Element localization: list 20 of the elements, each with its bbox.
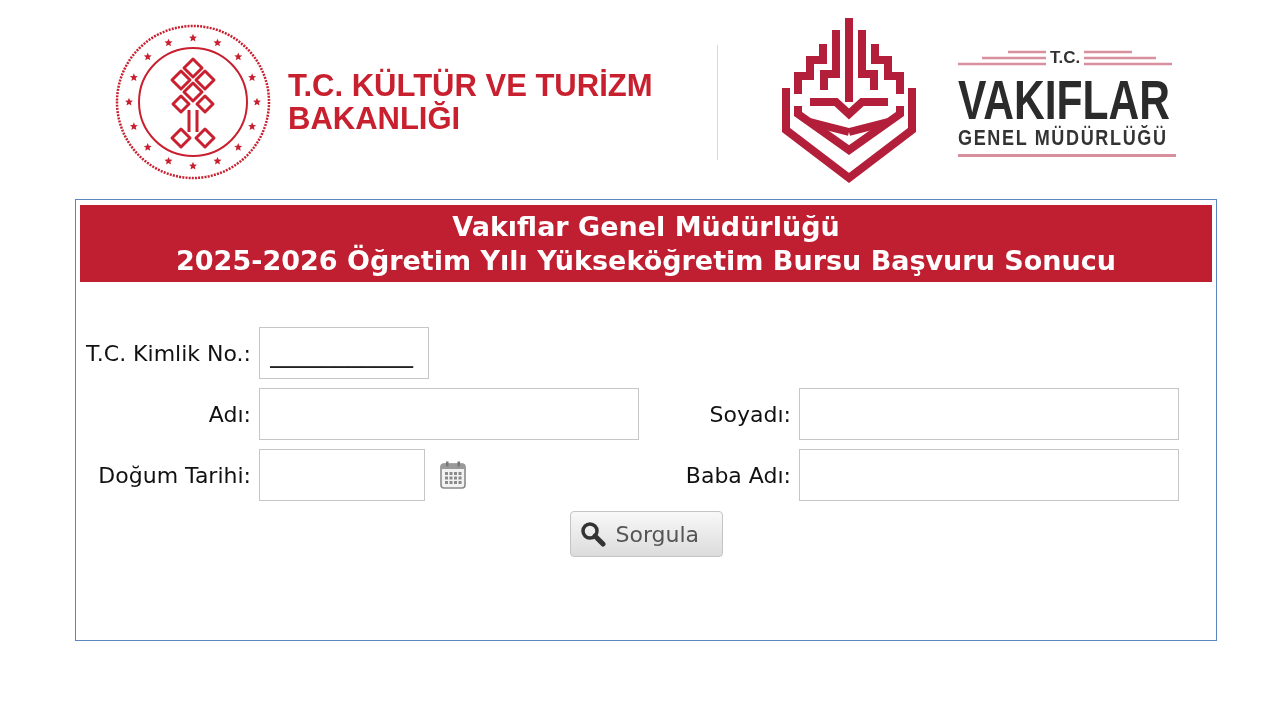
logo-text: BAKANLIĞI (288, 102, 462, 135)
text-field[interactable] (799, 449, 1179, 501)
banner-title: 2025-2026 Öğretim Yılı Yükseköğretim Bursu Başvuru Sonucu (176, 243, 1116, 278)
field-label: Adı: (208, 400, 251, 429)
field-label: Baba Adı: (685, 461, 791, 490)
logo-text: GENEL MÜDÜRLÜĞÜ (958, 125, 1168, 150)
text-field[interactable] (259, 388, 639, 440)
banner-title: Vakıflar Genel Müdürlüğü (452, 209, 840, 244)
text-field[interactable] (799, 388, 1179, 440)
date-field[interactable] (259, 449, 425, 501)
logo-text: T.C. (1050, 47, 1081, 68)
search-icon (579, 521, 606, 547)
logo-text: VAKIFLAR (958, 75, 1170, 124)
calendar-icon[interactable] (440, 461, 466, 489)
search-button[interactable]: Sorgula (569, 511, 723, 557)
field-label: Soyadı: (709, 400, 791, 429)
logo-text: T.C. KÜLTÜR VE TURİZM (288, 69, 654, 102)
field-label: T.C. Kimlik No.: (85, 339, 251, 368)
id-number-field[interactable]: ___________ (259, 327, 429, 379)
field-label: Doğum Tarihi: (98, 461, 251, 490)
